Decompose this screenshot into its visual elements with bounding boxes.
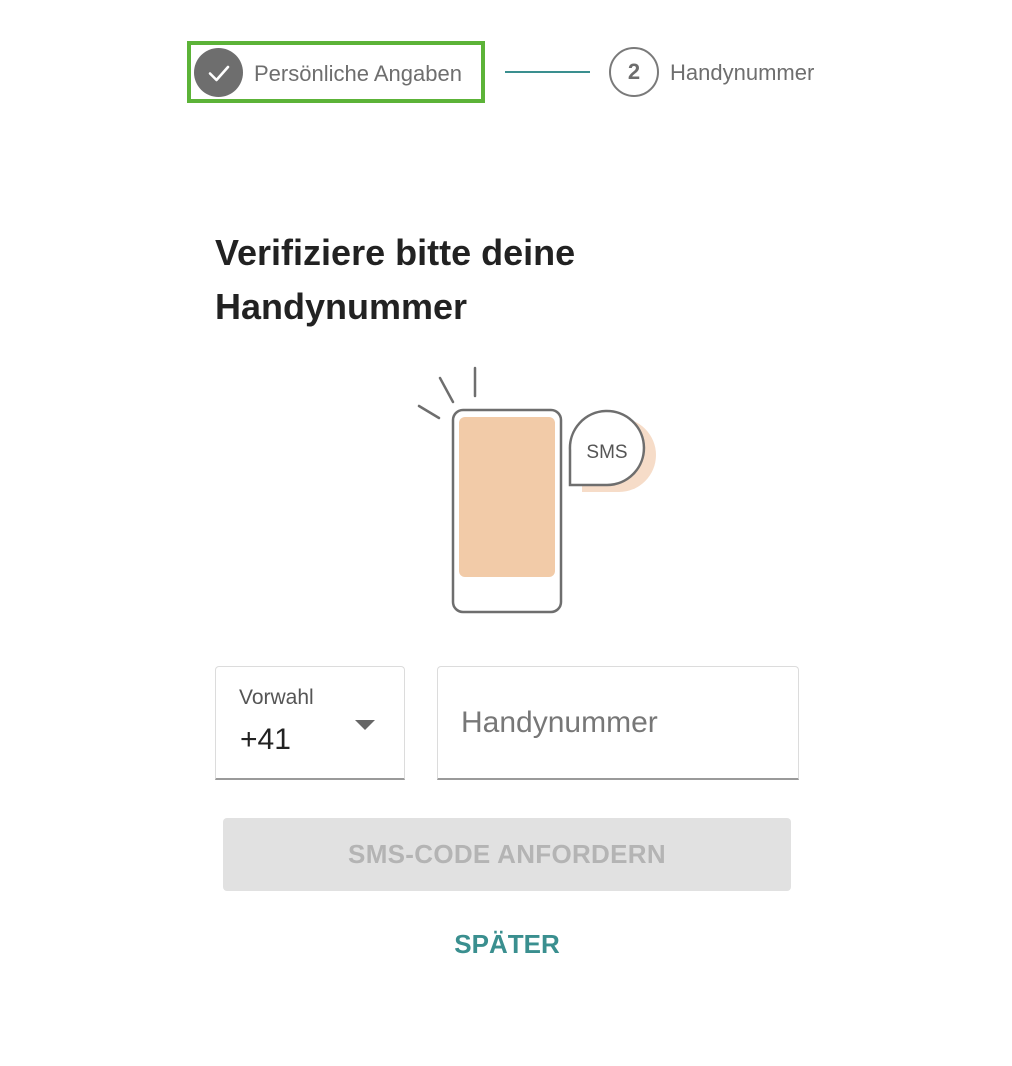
progress-stepper: Persönliche Angaben 2 Handynummer (0, 0, 1012, 140)
page-title: Verifiziere bitte deine Handynummer (215, 232, 576, 327)
sms-bubble-text: SMS (586, 442, 627, 463)
step-phone-number[interactable]: 2 Handynummer (609, 47, 849, 99)
country-code-value: +41 (240, 723, 291, 756)
chevron-down-icon (355, 720, 375, 730)
phone-number-input[interactable] (437, 666, 799, 780)
step-connector (505, 71, 590, 73)
step-1-label: Persönliche Angaben (254, 61, 462, 86)
step-personal-details[interactable]: Persönliche Angaben (187, 41, 485, 103)
later-link[interactable]: SPÄTER (407, 924, 607, 964)
step-2-label: Handynummer (670, 60, 815, 85)
step-number-badge: 2 (609, 47, 659, 97)
country-code-select[interactable]: Vorwahl +41 (215, 666, 405, 780)
request-sms-code-button[interactable]: SMS-CODE ANFORDERN (223, 818, 791, 891)
country-code-label: Vorwahl (239, 686, 314, 709)
step-completed-circle (194, 48, 243, 97)
check-icon (208, 65, 229, 81)
phone-sms-illustration: SMS (410, 360, 660, 620)
phone-sms-icon: SMS (417, 366, 656, 614)
